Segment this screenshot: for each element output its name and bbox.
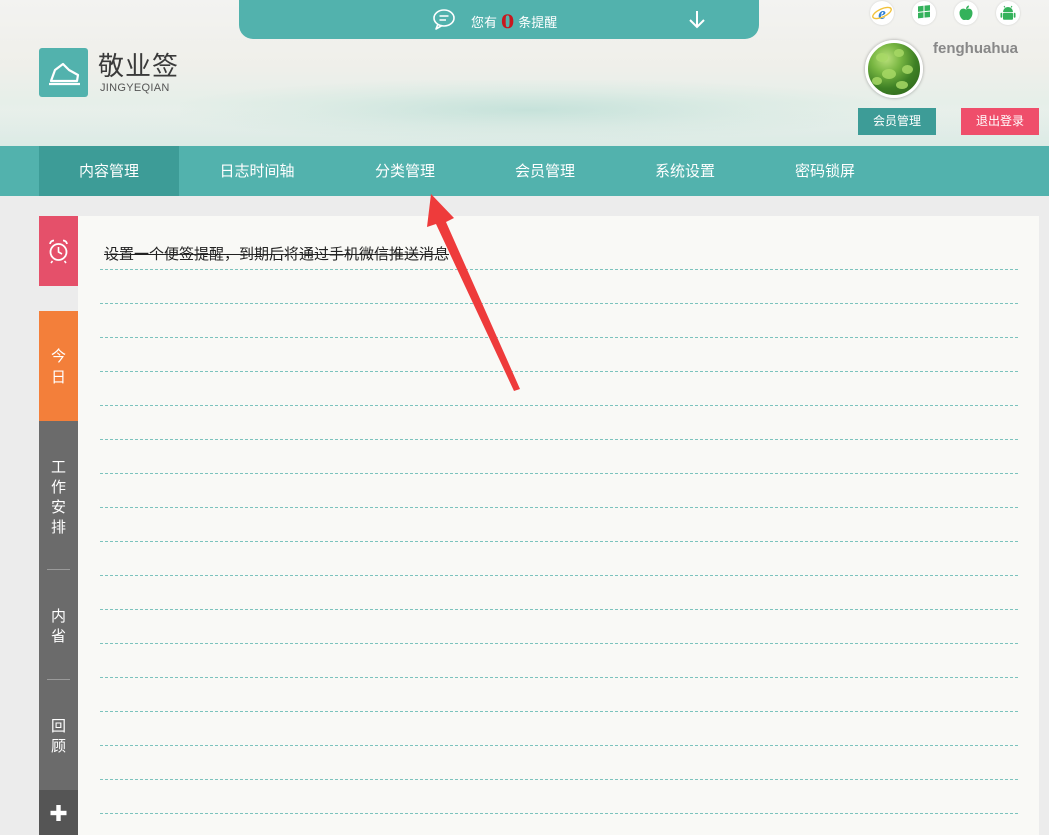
reminder-notice-bar[interactable]: 您有 0 条提醒 <box>239 0 759 39</box>
sidebar-work-char-3: 安 <box>50 498 66 516</box>
reminder-prefix: 您有 <box>471 16 498 31</box>
note-placeholder-text[interactable]: 设置一个便签提醒，到期后将通过手机微信推送消息 <box>104 243 449 264</box>
sidebar-work-char-2: 作 <box>50 478 66 496</box>
sidebar-review-char-1: 回 <box>50 717 66 735</box>
nav-member-management[interactable]: 会员管理 <box>475 146 615 196</box>
alarm-clock-icon <box>49 239 68 264</box>
ruled-lines <box>100 269 1020 814</box>
svg-text:e: e <box>878 4 886 23</box>
chat-bubble-icon <box>433 9 455 30</box>
arrow-down-icon[interactable] <box>686 8 708 30</box>
brand-subtitle: JINGYEQIAN <box>100 82 170 94</box>
reminder-count: 0 <box>501 11 515 33</box>
ie-icon[interactable]: e <box>870 1 894 25</box>
header: 您有 0 条提醒 敬业签 JINGYEQIAN e fenghuahua 会员管… <box>0 0 1049 146</box>
android-icon[interactable] <box>996 1 1020 25</box>
sidebar-today-char-2: 日 <box>50 368 66 386</box>
username: fenghuahua <box>933 40 1018 57</box>
sidebar-reflect-char-2: 省 <box>50 627 66 645</box>
nav-password-lock[interactable]: 密码锁屏 <box>755 146 895 196</box>
member-management-button[interactable]: 会员管理 <box>858 108 936 135</box>
shoe-logo-icon <box>49 62 80 86</box>
sidebar-grey-group: 工 作 安 排 内 省 回 顾 <box>39 421 78 790</box>
nav-log-timeline[interactable]: 日志时间轴 <box>187 146 327 196</box>
nav-content-management[interactable]: 内容管理 <box>39 146 179 196</box>
sidebar-today[interactable]: 今 日 <box>39 311 78 421</box>
user-avatar[interactable] <box>865 40 923 98</box>
sidebar-add-button[interactable] <box>39 790 78 835</box>
main-nav: 内容管理 日志时间轴 分类管理 会员管理 系统设置 密码锁屏 <box>0 146 1049 196</box>
brand-title: 敬业签 <box>98 52 180 82</box>
sidebar-reflect[interactable]: 内 省 <box>39 570 78 679</box>
sidebar-today-char-1: 今 <box>50 347 66 365</box>
sidebar-work-char-4: 排 <box>50 518 66 536</box>
sidebar-work-char-1: 工 <box>50 458 66 476</box>
nav-category-management[interactable]: 分类管理 <box>335 146 475 196</box>
reminder-notice-text: 您有 0 条提醒 <box>471 10 558 33</box>
note-editor[interactable]: 设置一个便签提醒，到期后将通过手机微信推送消息 <box>78 216 1039 835</box>
nav-system-settings[interactable]: 系统设置 <box>615 146 755 196</box>
reminder-suffix: 条提醒 <box>518 16 558 31</box>
plus-icon <box>50 805 67 821</box>
logout-button[interactable]: 退出登录 <box>961 108 1039 135</box>
sidebar-reminder[interactable] <box>39 216 78 286</box>
windows-icon[interactable] <box>912 1 936 25</box>
sidebar-reflect-char-1: 内 <box>50 607 66 625</box>
sidebar-review-char-2: 顾 <box>50 737 66 755</box>
brand-logo[interactable] <box>39 48 88 97</box>
sidebar-review[interactable]: 回 顾 <box>39 680 78 790</box>
apple-icon[interactable] <box>954 1 978 25</box>
sidebar-work-plan[interactable]: 工 作 安 排 <box>39 421 78 569</box>
